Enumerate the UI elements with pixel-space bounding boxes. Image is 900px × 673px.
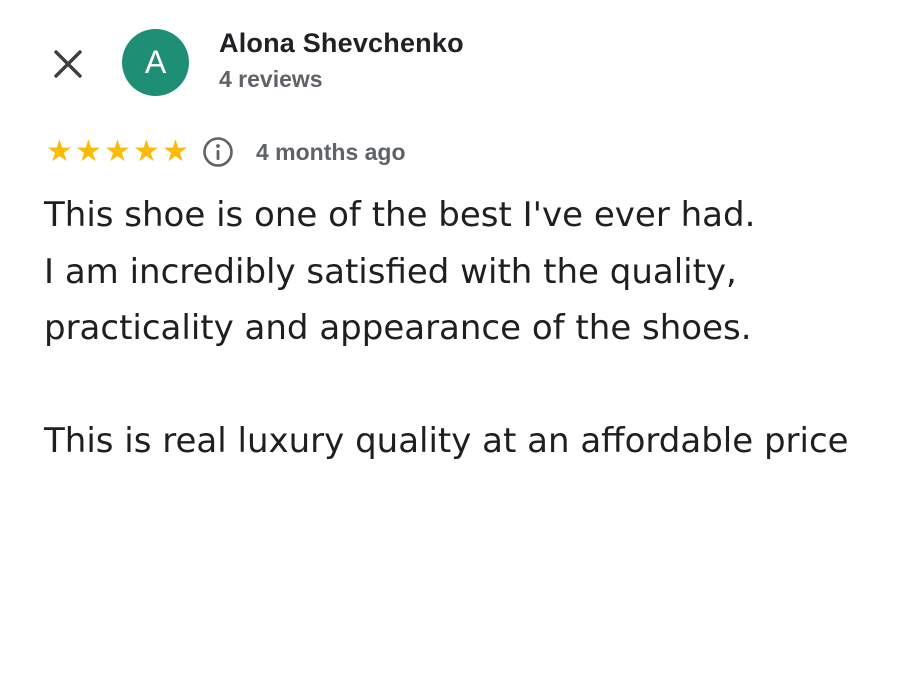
star-icon: ★ [104,134,131,169]
review-paragraph: This shoe is one of the best I've ever h… [44,195,756,235]
info-button[interactable] [202,136,234,168]
star-rating: ★ ★ ★ ★ ★ [45,137,190,167]
review-date: 4 months ago [256,138,406,165]
star-icon: ★ [75,134,102,169]
review-text: This shoe is one of the best I've ever h… [44,187,874,470]
author-name[interactable]: Alona Shevchenko [219,28,464,59]
rating-row: ★ ★ ★ ★ ★ 4 months ago [45,132,406,172]
avatar-letter: A [144,44,167,80]
close-icon [54,50,82,78]
star-icon: ★ [133,134,160,169]
info-icon [203,137,233,167]
avatar[interactable]: A [122,29,189,96]
review-card: A Alona Shevchenko 4 reviews ★ ★ ★ ★ ★ 4… [0,0,900,673]
close-button[interactable] [46,42,90,86]
review-count: 4 reviews [219,66,323,92]
review-paragraph: I am incredibly satisfied with the quali… [44,251,752,349]
star-icon: ★ [46,134,73,169]
star-icon: ★ [162,134,189,169]
review-paragraph: This is real luxury quality at an afford… [44,421,849,461]
